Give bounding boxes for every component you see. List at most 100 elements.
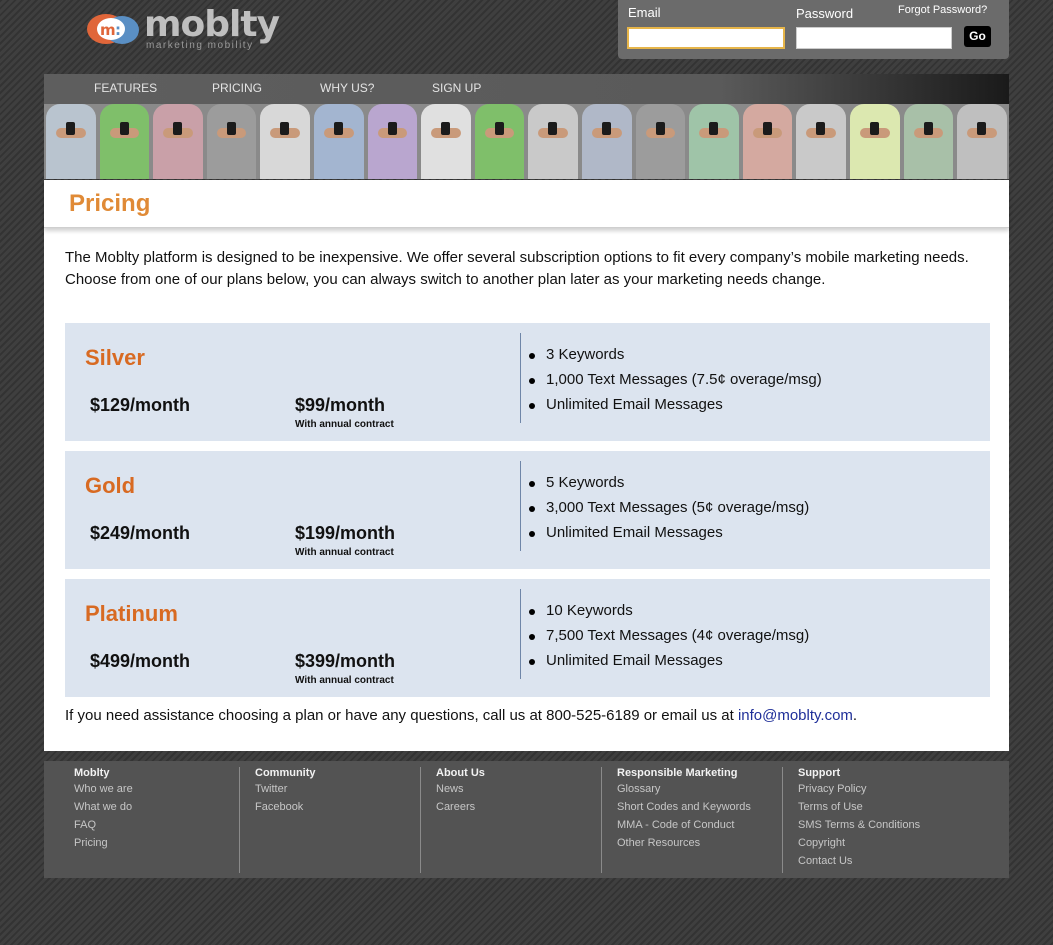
site-footer: Moblty Who we are What we do FAQ Pricing… <box>44 761 1009 878</box>
moblty-logo[interactable]: m : moblty marketing mobility <box>86 4 280 54</box>
banner-shirt <box>260 104 310 179</box>
footer-link[interactable]: Copyright <box>798 837 845 849</box>
banner-person <box>366 104 420 179</box>
footer-link[interactable]: Short Codes and Keywords <box>617 801 751 813</box>
email-label: Email <box>628 5 661 20</box>
phone-icon <box>226 122 236 135</box>
footer-link[interactable]: Careers <box>436 801 475 813</box>
footer-col-about: About Us News Careers <box>420 767 600 873</box>
forgot-password-link[interactable]: Forgot Password? <box>898 4 987 16</box>
footer-link[interactable]: Other Resources <box>617 837 700 849</box>
feature-item: 10 Keywords <box>527 599 809 624</box>
logo-tagline: marketing mobility <box>146 40 254 51</box>
banner-shirt <box>421 104 471 179</box>
annual-contract-note: With annual contract <box>295 419 394 430</box>
phone-icon <box>601 122 611 135</box>
footer-link[interactable]: SMS Terms & Conditions <box>798 819 920 831</box>
phone-icon <box>709 122 719 135</box>
phone-icon <box>494 122 504 135</box>
contact-period: . <box>852 707 858 724</box>
footer-col-moblty: Moblty Who we are What we do FAQ Pricing <box>74 767 224 873</box>
banner-shirt <box>46 104 96 179</box>
annual-price: $399/month <box>295 651 396 671</box>
monthly-price: $499/month <box>90 651 191 671</box>
banner-shirt <box>99 104 150 179</box>
banner-person <box>580 104 634 179</box>
plan-features: 5 Keywords 3,000 Text Messages (5¢ overa… <box>527 471 809 546</box>
banner-shirt <box>796 104 846 179</box>
go-button[interactable]: Go <box>964 26 991 47</box>
banner-person <box>526 104 580 179</box>
feature-item: 3 Keywords <box>527 343 822 368</box>
banner-shirt <box>367 104 418 179</box>
banner-person <box>902 104 956 179</box>
banner-shirt <box>689 104 739 179</box>
footer-heading: Moblty <box>74 767 110 779</box>
banner-person <box>634 104 688 179</box>
monthly-price: $129/month <box>90 395 191 415</box>
nav-features[interactable]: FEATURES <box>94 81 157 95</box>
footer-link[interactable]: Pricing <box>74 837 108 849</box>
banner-shirt <box>528 104 578 179</box>
banner-person <box>205 104 259 179</box>
svg-text::: : <box>115 21 121 39</box>
contact-email-link[interactable]: info@moblty.com <box>738 707 853 724</box>
banner-person <box>848 104 902 179</box>
phone-icon <box>387 122 397 135</box>
banner-person <box>741 104 795 179</box>
footer-link[interactable]: Glossary <box>617 783 660 795</box>
banner-person <box>955 104 1009 179</box>
footer-link[interactable]: Who we are <box>74 783 133 795</box>
phone-icon <box>869 122 879 135</box>
footer-link[interactable]: Terms of Use <box>798 801 863 813</box>
banner-shirt <box>742 104 793 179</box>
banner-shirt <box>581 104 632 179</box>
title-bar: Pricing <box>44 180 1009 228</box>
feature-item: 1,000 Text Messages (7.5¢ overage/msg) <box>527 368 822 393</box>
phone-icon <box>655 122 665 135</box>
footer-link[interactable]: Contact Us <box>798 855 852 867</box>
password-input[interactable] <box>796 27 952 49</box>
plan-platinum: Platinum $499/month $399/month With annu… <box>65 579 990 697</box>
nav-pricing[interactable]: PRICING <box>212 81 262 95</box>
people-with-phones-banner <box>44 104 1009 179</box>
banner-shirt <box>206 104 257 179</box>
banner-shirt <box>313 104 364 179</box>
footer-link[interactable]: MMA - Code of Conduct <box>617 819 734 831</box>
intro-text: The Moblty platform is designed to be in… <box>65 249 969 288</box>
plan-name: Silver <box>85 345 145 370</box>
banner-shirt <box>153 104 203 179</box>
banner-person <box>419 104 473 179</box>
phone-icon <box>816 122 826 135</box>
nav-sign-up[interactable]: SIGN UP <box>432 81 481 95</box>
contact-text: If you need assistance choosing a plan o… <box>65 707 734 724</box>
logo-wordmark: moblty <box>144 4 280 45</box>
annual-contract-note: With annual contract <box>295 547 394 558</box>
phone-icon <box>66 122 75 135</box>
email-input[interactable] <box>627 27 785 49</box>
plan-silver: Silver $129/month $99/month With annual … <box>65 323 990 441</box>
feature-item: Unlimited Email Messages <box>527 393 822 418</box>
banner-shirt <box>474 104 525 179</box>
footer-heading: Community <box>255 767 316 779</box>
footer-heading: Support <box>798 767 841 779</box>
footer-link[interactable]: What we do <box>74 801 132 813</box>
login-form: Email Password Forgot Password? Go <box>618 0 1009 59</box>
main-nav: FEATURES PRICING WHY US? SIGN UP <box>44 74 1009 104</box>
plan-name: Gold <box>85 473 136 498</box>
nav-why-us[interactable]: WHY US? <box>320 81 374 95</box>
plan-name: Platinum <box>85 601 178 626</box>
footer-link[interactable]: Twitter <box>255 783 287 795</box>
feature-item: 3,000 Text Messages (5¢ overage/msg) <box>527 496 809 521</box>
phone-icon <box>333 122 343 135</box>
phone-icon <box>441 122 451 135</box>
footer-link[interactable]: News <box>436 783 464 795</box>
footer-link[interactable]: FAQ <box>74 819 96 831</box>
footer-link[interactable]: Facebook <box>255 801 303 813</box>
plan-gold: Gold $249/month $199/month With annual c… <box>65 451 990 569</box>
password-label: Password <box>796 6 854 21</box>
banner-shirt <box>849 104 900 179</box>
phone-icon <box>977 122 987 135</box>
phone-icon <box>762 122 772 135</box>
footer-link[interactable]: Privacy Policy <box>798 783 866 795</box>
